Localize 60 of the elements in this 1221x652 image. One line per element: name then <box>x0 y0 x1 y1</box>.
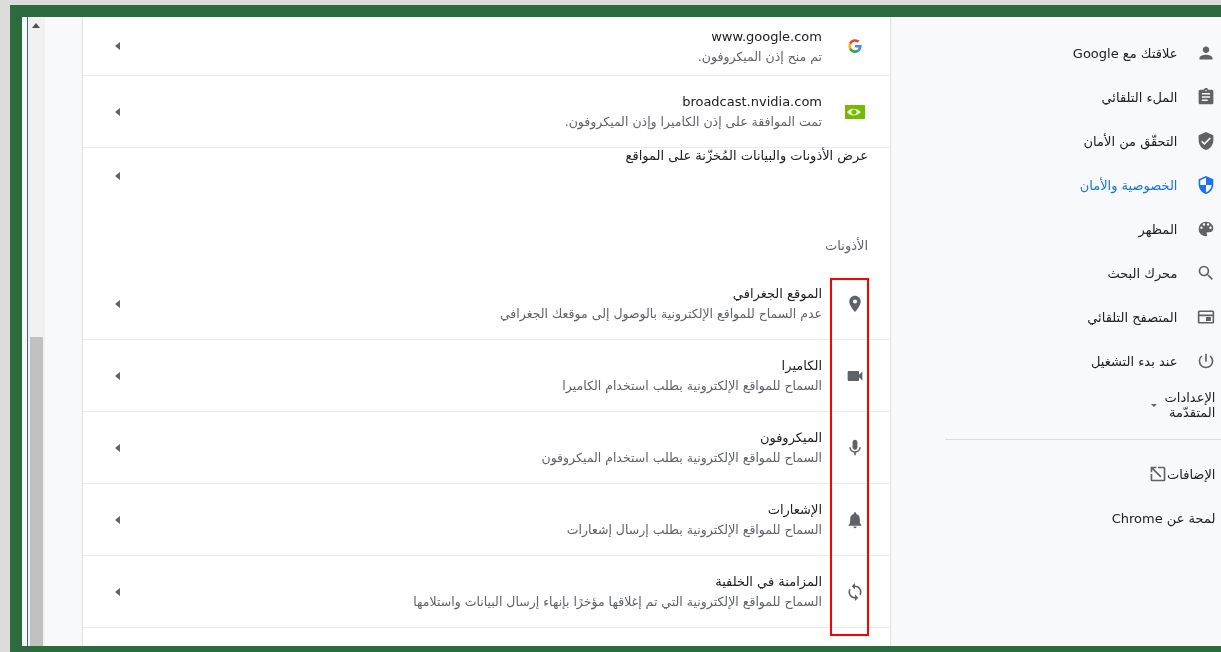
permission-description: السماح للمواقع الإلكترونية بطلب إرسال إشعارات <box>566 522 822 537</box>
site-status: تم منح إذن الميكروفون. <box>697 48 822 64</box>
caret-icon <box>1151 402 1157 408</box>
sidebar-item[interactable]: التحقّق من الأمان <box>890 119 1221 163</box>
arrow-icon <box>115 299 120 308</box>
site-domain: www.google.com <box>711 28 822 44</box>
palette-icon <box>1197 220 1216 238</box>
permission-row[interactable]: الميكروفون السماح للمواقع الإلكترونية بطلب استخدام الميكروفون <box>83 412 890 484</box>
location-pin-icon <box>846 294 864 313</box>
site-status: تمت الموافقة على إذن الكاميرا وإذن الميكروفون. <box>564 114 822 129</box>
arrow-icon <box>115 172 120 180</box>
permission-description: السماح للمواقع الإلكترونية التي تم إغلاقها مؤخرًا بإنهاء إرسال البيانات واستلامها <box>413 594 822 609</box>
permission-title: الكاميرا <box>781 358 822 373</box>
person-icon <box>1197 44 1216 62</box>
sidebar-item[interactable]: المظهر <box>890 207 1221 251</box>
permission-row[interactable]: الإشعارات السماح للمواقع الإلكترونية بطلب إرسال إشعارات <box>83 484 890 556</box>
permission-title: الميكروفون <box>759 430 822 445</box>
g-logo-icon <box>847 38 863 54</box>
external-link-icon <box>1149 465 1167 483</box>
sidebar-item[interactable]: الملء التلقائي <box>890 75 1221 119</box>
section-heading: الأذونات <box>824 236 869 256</box>
bell-icon <box>846 510 864 529</box>
view-all-row[interactable]: عرض الأذونات والبيانات المُخزّنة على المواقع <box>83 148 890 204</box>
arrow-icon <box>115 587 120 596</box>
advanced-settings[interactable]: الإعدادات المتقدّمة <box>890 383 1221 427</box>
permission-description: السماح للمواقع الإلكترونية بطلب استخدام الميكروفون <box>541 450 822 465</box>
search-icon <box>1197 264 1216 282</box>
permission-title: المزامنة في الخلفية <box>715 574 822 589</box>
arrow-icon <box>115 371 120 380</box>
site-domain: broadcast.nvidia.com <box>682 94 822 109</box>
permission-description: عدم السماح للمواقع الإلكترونية بالوصول إلى موقعك الجغرافي <box>499 306 822 321</box>
extensions-link[interactable]: الإضافات <box>890 452 1221 496</box>
sidebar-item[interactable]: المتصفح التلقائي <box>890 295 1221 339</box>
view-all-label: عرض الأذونات والبيانات المُخزّنة على المواقع <box>624 148 868 163</box>
arrow-icon <box>115 515 120 524</box>
power-icon <box>1197 352 1216 370</box>
clipboard-icon <box>1197 88 1216 106</box>
shield-icon <box>1197 176 1216 194</box>
permission-row[interactable]: المزامنة في الخلفية السماح للمواقع الإلكترونية التي تم إغلاقها مؤخرًا بإنهاء إرسال البيانات واستلامها <box>83 556 890 628</box>
microphone-icon <box>846 438 864 457</box>
browser-window-icon <box>1197 308 1216 326</box>
scrollbar-thumb[interactable] <box>30 337 43 646</box>
sidebar-item[interactable]: عند بدء التشغيل <box>890 339 1221 383</box>
sidebar-item[interactable]: الخصوصية والأمان <box>890 163 1221 207</box>
permission-row[interactable]: الموقع الجغرافي عدم السماح للمواقع الإلكترونية بالوصول إلى موقعك الجغرافي <box>83 268 890 340</box>
permission-description: السماح للمواقع الإلكترونية بطلب استخدام الكاميرا <box>562 378 822 393</box>
scroll-up-icon[interactable] <box>32 23 40 28</box>
sidebar-item[interactable]: علاقتك مع Google <box>890 31 1221 75</box>
scrollbar[interactable] <box>27 17 45 646</box>
permission-title: الموقع الجغرافي <box>732 286 822 301</box>
shield-check-icon <box>1197 132 1216 150</box>
arrow-icon <box>115 42 120 50</box>
permission-title: الإشعارات <box>767 502 822 517</box>
sidebar-item[interactable]: محرك البحث <box>890 251 1221 295</box>
eye-logo-icon <box>845 104 865 119</box>
permission-row[interactable]: الكاميرا السماح للمواقع الإلكترونية بطلب استخدام الكاميرا <box>83 340 890 412</box>
arrow-icon <box>115 443 120 452</box>
sync-icon <box>846 582 864 601</box>
about-link[interactable]: لمحة عن Chrome <box>890 496 1221 540</box>
arrow-icon <box>115 107 120 116</box>
